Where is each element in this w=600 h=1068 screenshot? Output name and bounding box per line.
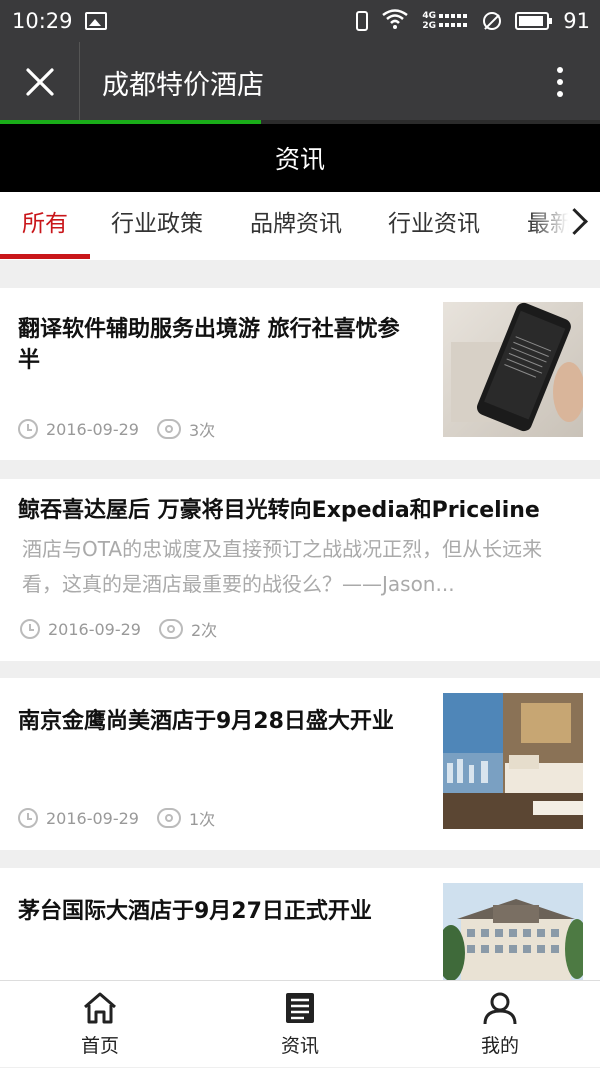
article-date: 2016-09-29 [48,619,141,639]
eye-icon [158,619,183,639]
battery-level: 91 [563,9,590,33]
close-button[interactable] [0,42,80,122]
article-title[interactable]: 翻译软件辅助服务出境游 旅行社喜忧参半 [18,314,408,376]
network-4g-label: 4G [422,11,437,21]
user-icon [483,992,517,1025]
bottom-navigation: 首页 资讯 我的 [0,980,600,1067]
signal-icon: 4G 2G [422,11,469,31]
eye-icon [156,808,181,828]
nav-home[interactable]: 首页 [0,981,200,1068]
nav-me[interactable]: 我的 [400,981,600,1068]
app-titlebar: 成都特价酒店 [0,42,600,122]
eye-icon [156,419,181,439]
article-date: 2016-09-29 [46,419,139,439]
network-2g-label: 2G [422,21,437,31]
article-meta: 2016-09-29 2次 [20,616,217,642]
article-item[interactable]: 南京金鹰尚美酒店于9月28日盛大开业 2016-09-29 1次 [0,678,600,850]
article-item[interactable]: 茅台国际大酒店于9月27日正式开业 [0,868,600,980]
status-bar: 10:29 4G 2G 91 [0,0,600,42]
vibrate-icon [356,11,369,31]
article-item[interactable]: 鲸吞喜达屋后 万豪将目光转向Expedia和Priceline 酒店与OTA的忠… [0,479,600,661]
do-not-disturb-icon [483,12,502,30]
article-views: 2次 [190,621,218,640]
nav-news[interactable]: 资讯 [200,981,400,1068]
article-thumbnail[interactable] [443,302,583,437]
article-title[interactable]: 鲸吞喜达屋后 万豪将目光转向Expedia和Priceline [18,495,578,526]
article-meta: 2016-09-29 1次 [18,805,215,831]
tab-all[interactable]: 所有 [22,192,68,260]
clock-icon [20,619,40,639]
image-notification-icon [84,12,107,30]
more-dot-icon [557,91,563,97]
page-title: 资讯 [0,124,600,192]
article-date: 2016-09-29 [46,808,139,828]
status-time: 10:29 [12,9,73,33]
article-item[interactable]: 翻译软件辅助服务出境游 旅行社喜忧参半 2016-09-29 3次 [0,288,600,460]
nav-news-label: 资讯 [280,1035,319,1057]
home-icon [84,992,116,1024]
tab-industry-news[interactable]: 行业资讯 [388,192,480,260]
active-tab-indicator [0,254,90,259]
app-title: 成都特价酒店 [102,69,264,101]
article-thumbnail[interactable] [443,693,583,829]
clock-icon [18,808,38,828]
close-icon[interactable] [25,67,55,97]
article-views: 3次 [188,421,216,440]
article-meta: 2016-09-29 3次 [18,416,215,442]
tab-industry-policy[interactable]: 行业政策 [111,192,203,260]
news-icon [286,993,314,1023]
more-dot-icon [557,67,563,73]
article-title[interactable]: 茅台国际大酒店于9月27日正式开业 [18,896,428,927]
nav-me-label: 我的 [480,1035,519,1057]
tab-brand-news[interactable]: 品牌资讯 [250,192,342,260]
more-options-button[interactable] [540,62,580,102]
article-title[interactable]: 南京金鹰尚美酒店于9月28日盛大开业 [18,706,408,737]
article-views: 1次 [188,810,216,829]
wifi-icon [382,8,409,34]
clock-icon [18,419,38,439]
article-thumbnail[interactable] [443,883,583,980]
more-dot-icon [557,79,563,85]
article-summary: 酒店与OTA的忠诚度及直接预订之战战况正烈，但从长远来看，这真的是酒店最重要的战… [22,537,543,596]
battery-icon [515,12,553,30]
nav-home-label: 首页 [80,1035,119,1057]
category-tabs: 所有 行业政策 品牌资讯 行业资讯 最新 [0,192,600,260]
